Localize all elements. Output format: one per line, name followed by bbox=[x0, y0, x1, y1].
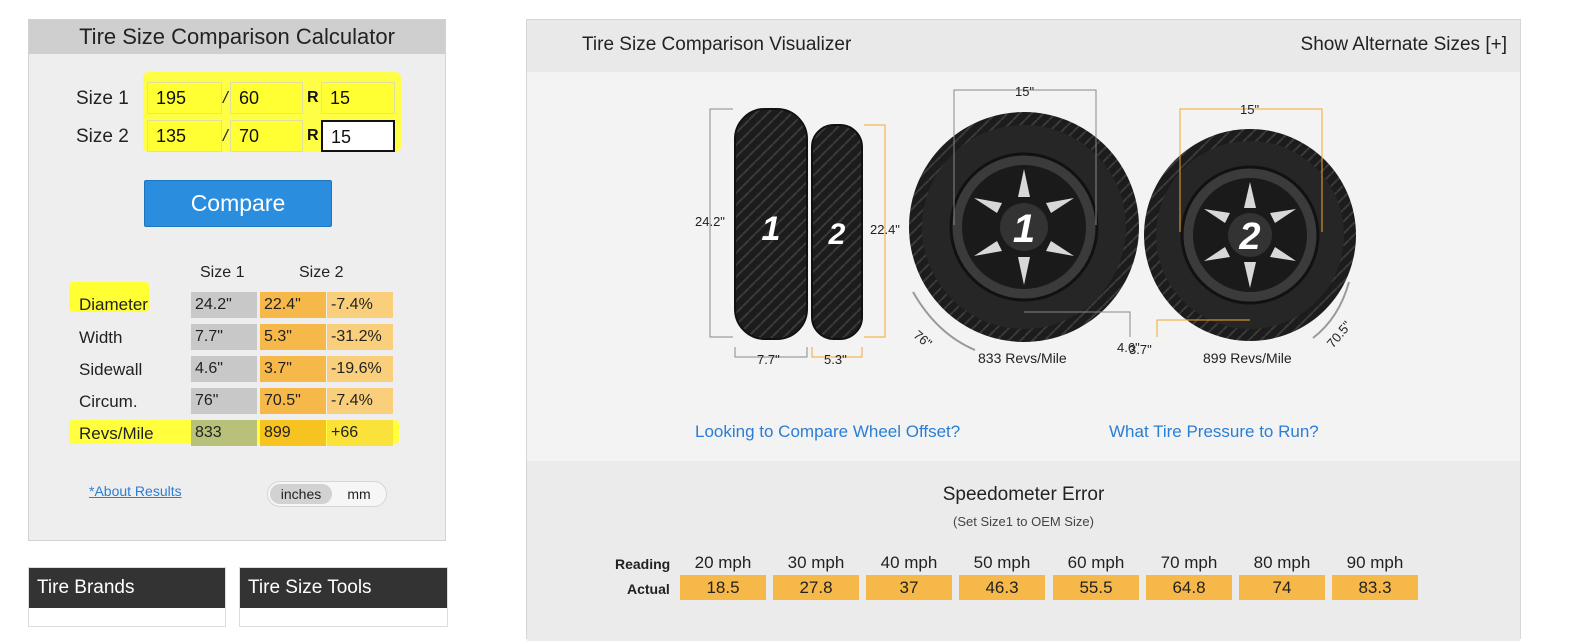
revs-diff: +66 bbox=[327, 420, 393, 446]
tire2-revs-label: 899 Revs/Mile bbox=[1203, 350, 1292, 366]
reading-label: Reading bbox=[615, 556, 671, 572]
tire1-side-view: 1 bbox=[909, 112, 1139, 342]
tire2-width-label: 5.3" bbox=[824, 352, 847, 367]
tire1-height-label: 24.2" bbox=[695, 214, 725, 229]
tire-size-tools-card: Tire Size Tools bbox=[239, 567, 448, 627]
size2-aspect-input[interactable]: 70 bbox=[230, 120, 303, 152]
reading-value: 50 mph bbox=[973, 553, 1031, 572]
sidewall-size1: 4.6" bbox=[191, 356, 257, 382]
tire2-sidewall-label: 3.7" bbox=[1129, 342, 1152, 357]
tire1-circumference-label: 76" bbox=[911, 327, 936, 351]
actual-value: 74 bbox=[1239, 575, 1325, 600]
row-label-width: Width bbox=[79, 328, 123, 347]
row-label-circumference: Circum. bbox=[79, 392, 138, 411]
circumference-size2: 70.5" bbox=[260, 388, 326, 414]
diameter-diff: -7.4% bbox=[327, 292, 393, 318]
size2-rim-input[interactable]: 15 bbox=[321, 120, 395, 152]
tire2-side-number: 2 bbox=[1238, 216, 1260, 258]
tire2-rim-label: 15" bbox=[1240, 102, 1259, 117]
row-label-revs: Revs/Mile bbox=[79, 424, 154, 443]
column-header-size1: Size 1 bbox=[200, 264, 245, 281]
actual-value: 83.3 bbox=[1332, 575, 1418, 600]
tire2-side-view: 2 bbox=[1144, 129, 1356, 341]
reading-value: 20 mph bbox=[694, 553, 752, 572]
actual-value: 37 bbox=[866, 575, 952, 600]
visualizer-panel: Tire Size Comparison Visualizer Show Alt… bbox=[526, 19, 1521, 641]
reading-value: 90 mph bbox=[1346, 553, 1404, 572]
size2-width-input[interactable]: 135 bbox=[147, 120, 222, 152]
tire2-front-view: 2 bbox=[811, 124, 863, 340]
tire1-front-view: 1 bbox=[734, 108, 808, 340]
sidewall-diff: -19.6% bbox=[327, 356, 393, 382]
tire1-side-number: 1 bbox=[1013, 207, 1035, 251]
width-size1: 7.7" bbox=[191, 324, 257, 350]
reading-value: 70 mph bbox=[1160, 553, 1218, 572]
tire1-rim-label: 15" bbox=[1015, 84, 1034, 99]
size1-r-separator: R bbox=[307, 89, 319, 106]
circumference-size1: 76" bbox=[191, 388, 257, 414]
tire1-width-label: 7.7" bbox=[757, 352, 780, 367]
tire-brands-card: Tire Brands bbox=[28, 567, 226, 627]
unit-toggle[interactable]: inches mm bbox=[267, 481, 387, 507]
actual-label: Actual bbox=[627, 581, 670, 597]
unit-inches-option[interactable]: inches bbox=[270, 484, 332, 504]
diameter-size2: 22.4" bbox=[260, 292, 326, 318]
row-label-diameter: Diameter bbox=[79, 295, 148, 314]
size1-width-input[interactable]: 195 bbox=[147, 82, 222, 114]
tire2-front-number: 2 bbox=[828, 218, 846, 251]
reading-value: 30 mph bbox=[787, 553, 845, 572]
circumference-diff: -7.4% bbox=[327, 388, 393, 414]
width-size2: 5.3" bbox=[260, 324, 326, 350]
tire1-revs-label: 833 Revs/Mile bbox=[978, 350, 1067, 366]
tire-brands-heading[interactable]: Tire Brands bbox=[29, 568, 225, 608]
revs-size2: 899 bbox=[260, 420, 326, 446]
reading-value: 40 mph bbox=[880, 553, 938, 572]
revs-size1: 833 bbox=[191, 420, 257, 446]
about-results-link[interactable]: *About Results bbox=[89, 483, 182, 499]
row-label-sidewall: Sidewall bbox=[79, 360, 143, 379]
size2-slash: / bbox=[223, 126, 228, 145]
speedometer-subtitle: (Set Size1 to OEM Size) bbox=[953, 514, 1094, 529]
sidewall-size2: 3.7" bbox=[260, 356, 326, 382]
wheel-offset-link[interactable]: Looking to Compare Wheel Offset? bbox=[695, 422, 960, 442]
compare-button[interactable]: Compare bbox=[144, 180, 332, 227]
speedometer-title: Speedometer Error bbox=[942, 484, 1105, 505]
visualizer-header: Tire Size Comparison Visualizer Show Alt… bbox=[527, 20, 1520, 72]
show-alternate-sizes-link[interactable]: Show Alternate Sizes [+] bbox=[1301, 34, 1507, 56]
actual-value: 55.5 bbox=[1053, 575, 1139, 600]
calculator-panel: Tire Size Comparison Calculator Size 1 1… bbox=[28, 19, 446, 541]
calculator-title: Tire Size Comparison Calculator bbox=[29, 20, 445, 54]
tire1-front-number: 1 bbox=[762, 210, 781, 248]
actual-value: 18.5 bbox=[680, 575, 766, 600]
width-diff: -31.2% bbox=[327, 324, 393, 350]
size2-label: Size 2 bbox=[76, 126, 129, 147]
tire-pressure-link[interactable]: What Tire Pressure to Run? bbox=[1109, 422, 1319, 442]
actual-value: 46.3 bbox=[959, 575, 1045, 600]
reading-value: 60 mph bbox=[1067, 553, 1125, 572]
visualizer-title: Tire Size Comparison Visualizer bbox=[582, 34, 852, 55]
size1-slash: / bbox=[223, 88, 228, 107]
diameter-size1: 24.2" bbox=[191, 292, 257, 318]
size2-r-separator: R bbox=[307, 127, 319, 144]
column-header-size2: Size 2 bbox=[299, 264, 344, 281]
tire2-height-label: 22.4" bbox=[870, 222, 900, 237]
reading-value: 80 mph bbox=[1253, 553, 1311, 572]
size1-rim-input[interactable]: 15 bbox=[321, 82, 395, 114]
unit-mm-option[interactable]: mm bbox=[334, 484, 384, 504]
tire-size-tools-heading[interactable]: Tire Size Tools bbox=[240, 568, 447, 608]
size1-aspect-input[interactable]: 60 bbox=[230, 82, 303, 114]
actual-value: 27.8 bbox=[773, 575, 859, 600]
actual-value: 64.8 bbox=[1146, 575, 1232, 600]
size1-label: Size 1 bbox=[76, 88, 129, 109]
